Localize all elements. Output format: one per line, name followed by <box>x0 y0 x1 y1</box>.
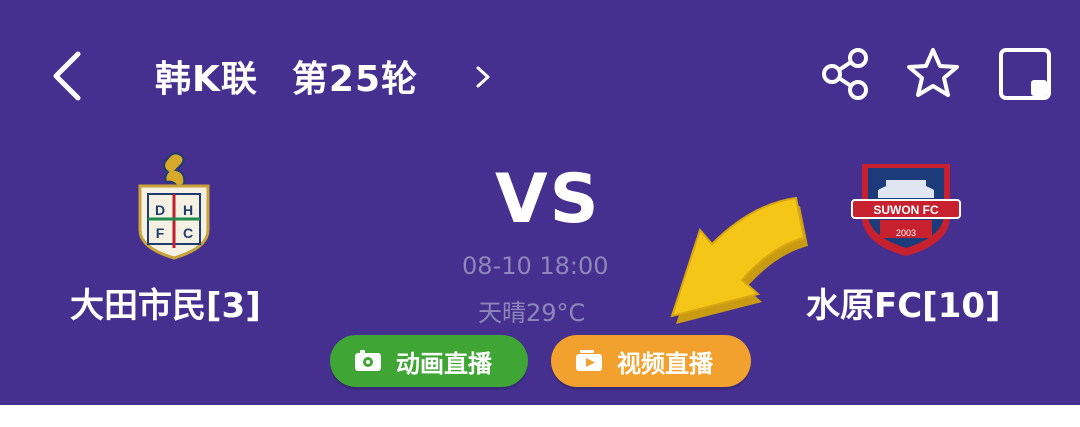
league-name: 韩K联 <box>155 59 258 100</box>
away-team-logo[interactable]: SUWON FC 2003 <box>848 158 964 258</box>
annotation-arrow-icon <box>670 196 808 324</box>
chevron-left-icon <box>53 51 81 101</box>
away-team-name[interactable]: 水原FC[10] <box>806 278 1001 327</box>
match-title[interactable]: 韩K联 第25轮 <box>155 50 418 102</box>
favorite-button[interactable] <box>903 44 963 104</box>
round-label: 第25轮 <box>291 59 419 100</box>
minimize-window-icon <box>999 48 1051 100</box>
svg-text:2003: 2003 <box>896 228 916 238</box>
svg-text:H: H <box>183 202 193 218</box>
video-live-label: 视频直播 <box>617 349 713 378</box>
animation-live-icon <box>355 350 381 371</box>
star-icon <box>907 48 959 97</box>
match-weather: 天晴29°C <box>478 299 586 327</box>
minimize-window-button[interactable] <box>995 44 1055 104</box>
share-icon <box>822 48 868 100</box>
vs-label: VS <box>495 160 601 239</box>
animation-live-button[interactable]: 动画直播 <box>330 335 528 387</box>
svg-text:D: D <box>155 202 165 218</box>
match-datetime: 08-10 18:00 <box>462 252 609 280</box>
home-team-logo[interactable]: D H F C <box>128 150 220 260</box>
share-button[interactable] <box>816 44 876 104</box>
chevron-right-icon[interactable] <box>472 62 494 92</box>
back-button[interactable] <box>44 46 92 106</box>
svg-text:C: C <box>183 225 193 241</box>
svg-text:SUWON FC: SUWON FC <box>873 203 939 217</box>
video-live-icon <box>576 350 602 371</box>
content-area <box>0 405 1080 427</box>
animation-live-label: 动画直播 <box>396 349 492 378</box>
home-team-name[interactable]: 大田市民[3] <box>70 278 261 327</box>
match-header: 韩K联 第25轮 D H F C SUWON FC 2003 大田市民[3] 水… <box>0 0 1080 405</box>
svg-text:F: F <box>156 225 165 241</box>
video-live-button[interactable]: 视频直播 <box>551 335 751 387</box>
